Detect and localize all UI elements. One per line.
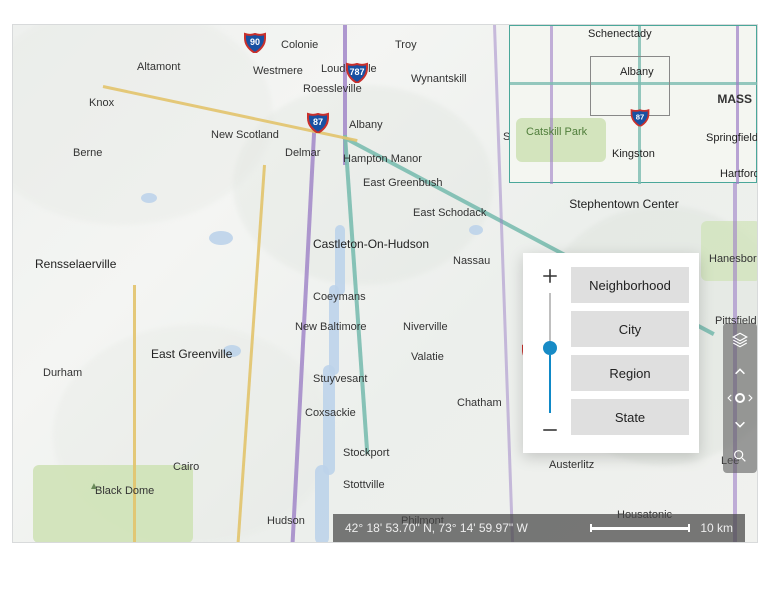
layers-button[interactable] [729, 329, 751, 351]
road [133, 285, 136, 543]
zoom-level-neighborhood[interactable]: Neighborhood [571, 267, 689, 303]
inset-place-label: Kingston [612, 148, 655, 160]
park-area [33, 465, 193, 543]
zoom-out-button[interactable] [541, 421, 559, 439]
interstate-shield: 787 [345, 61, 369, 83]
stage: ColonieTroyAltamontWestmereLoudonvilleWy… [0, 0, 770, 600]
interstate-shield: 90 [243, 31, 267, 53]
inset-place-label: Schenectady [588, 28, 652, 40]
river [323, 365, 335, 475]
pan-right-icon[interactable] [745, 393, 755, 403]
zoom-in-button[interactable] [541, 267, 559, 285]
zoom-slider-track[interactable] [549, 293, 551, 413]
place-label: Troy [395, 39, 417, 51]
place-label: Nassau [453, 255, 490, 267]
zoom-slider-thumb[interactable] [543, 341, 557, 355]
zoom-level-city[interactable]: City [571, 311, 689, 347]
interstate-shield: 87 [630, 108, 650, 127]
pan-center-row [725, 393, 755, 403]
inset-place-label: Catskill Park [526, 126, 587, 138]
scale-bar: 10 km [590, 521, 733, 535]
place-label: Colonie [281, 39, 318, 51]
interstate-shield: 87 [306, 111, 330, 133]
place-label: Niverville [403, 321, 448, 333]
river [315, 465, 329, 543]
inset-place-label: Springfield [706, 132, 758, 144]
lake [223, 345, 241, 357]
pan-down-button[interactable] [729, 413, 751, 435]
lake [469, 225, 483, 235]
inset-place-label: Albany [620, 66, 654, 78]
place-label: Valatie [411, 351, 444, 363]
status-bar: 42° 18' 53.70" N, 73° 14' 59.97" W 10 km [333, 514, 745, 542]
inset-state-label: MASS [717, 92, 752, 106]
zoom-level-buttons: Neighborhood City Region State [571, 267, 689, 435]
terrain [233, 85, 493, 285]
zoom-slider-column [535, 267, 565, 439]
scale-bar-label: 10 km [700, 521, 733, 535]
zoom-panel: Neighborhood City Region State [523, 253, 699, 453]
place-label: Chatham [457, 397, 502, 409]
place-label: Rensselaerville [35, 257, 116, 271]
recenter-button[interactable] [735, 393, 745, 403]
park-area [701, 221, 758, 281]
map-toolbar [723, 323, 757, 473]
zoom-level-state[interactable]: State [571, 399, 689, 435]
lake [141, 193, 157, 203]
inset-road [550, 26, 553, 184]
pan-up-button[interactable] [729, 361, 751, 383]
river [329, 285, 339, 375]
inset-park [516, 118, 606, 162]
coordinates-readout: 42° 18' 53.70" N, 73° 14' 59.97" W [345, 521, 528, 535]
lake [209, 231, 233, 245]
overview-map[interactable]: Schenectady Albany Kingston Springfield Hart… [509, 25, 757, 183]
zoom-level-region[interactable]: Region [571, 355, 689, 391]
river [335, 225, 345, 295]
search-button[interactable] [729, 445, 751, 467]
peak-icon: ▲ [89, 481, 99, 492]
pan-left-icon[interactable] [725, 393, 735, 403]
inset-place-label: Hartford [720, 168, 758, 180]
map-viewport[interactable]: ColonieTroyAltamontWestmereLoudonvilleWy… [12, 24, 758, 543]
place-label: Wynantskill [411, 73, 467, 85]
place-label: Austerlitz [549, 459, 594, 471]
place-label: Stottville [343, 479, 385, 491]
zoom-slider-fill [549, 355, 551, 413]
scale-bar-line [590, 527, 690, 530]
